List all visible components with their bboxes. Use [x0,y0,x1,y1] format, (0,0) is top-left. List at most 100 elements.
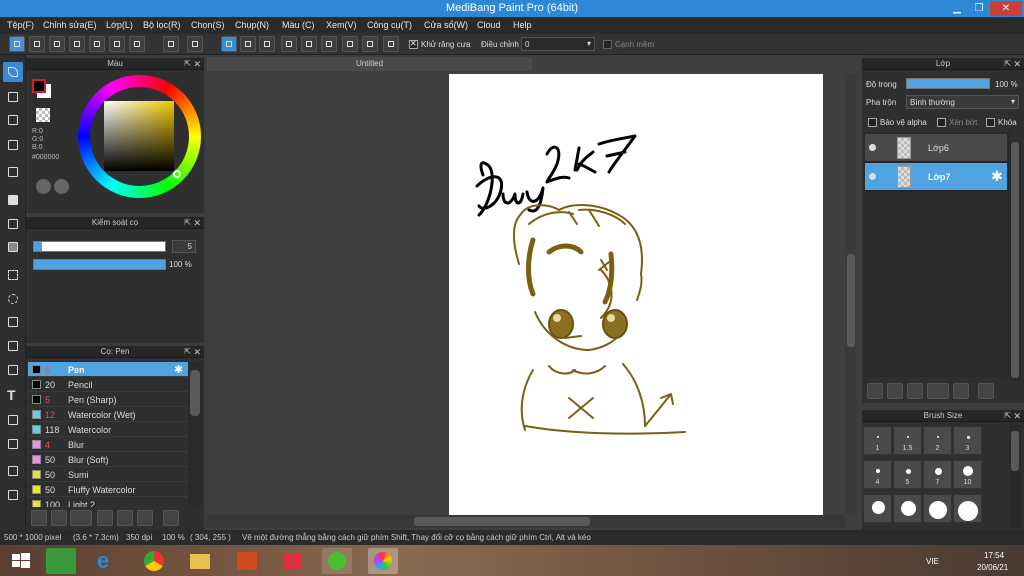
app-grid-icon[interactable] [278,548,308,574]
grid-icon[interactable] [129,36,145,52]
lasso-tool-icon[interactable] [3,289,23,309]
brush-list-item[interactable]: 50 Fluffy Watercolor [28,482,188,497]
brush-size-scrollbar[interactable] [1009,425,1021,528]
brush-size-cell[interactable]: 2 [923,426,952,455]
circle-snap-icon[interactable] [362,36,378,52]
eye-icon[interactable] [869,144,876,151]
adjust-dropdown[interactable]: 0 ▾ [521,37,595,51]
saturation-square[interactable] [104,101,174,171]
hue-handle[interactable] [173,170,181,178]
fill-shape-tool-icon[interactable] [3,190,23,210]
popout-icon[interactable]: ⇱ [184,58,191,70]
restore-button[interactable]: ❐ [968,1,990,16]
new-brush-icon[interactable] [51,510,67,526]
pen-tool-icon[interactable] [3,135,23,155]
internet-explorer-icon[interactable]: e [92,548,122,574]
radial-snap-icon[interactable] [301,36,317,52]
brush-list-item[interactable]: 5 Pen (Sharp) [28,392,188,407]
menu-edit[interactable]: Chỉnh sửa(E) [43,20,97,30]
menu-file[interactable]: Tệp(F) [7,20,34,30]
move-tool-icon[interactable] [3,162,23,182]
new-halftone-layer-icon[interactable] [887,383,903,399]
foreground-color-swatch[interactable] [32,79,46,93]
eyedropper-tool-icon[interactable] [3,461,23,481]
concentric-snap-icon[interactable] [321,36,337,52]
popout-icon[interactable]: ⇱ [1004,58,1011,70]
brush-size-cell[interactable]: 7 [923,460,952,489]
document-icon[interactable] [89,36,105,52]
copy-brush-icon[interactable] [137,510,153,526]
chrome-icon[interactable] [139,548,169,574]
brush-list-item[interactable]: 4 Blur [28,437,188,452]
language-indicator[interactable]: VIE [926,557,939,566]
snap-off-icon[interactable] [221,36,237,52]
layer-opacity-slider[interactable] [906,78,990,89]
brush-tool-icon[interactable] [3,62,23,82]
dropper-tool-icon[interactable] [3,434,23,454]
close-icon[interactable]: ✕ [1013,58,1021,70]
add-brush-icon[interactable] [31,510,47,526]
brush-list-item[interactable]: 12 Watercolor (Wet) [28,407,188,422]
hand-tool-icon[interactable] [3,485,23,505]
color-wheel[interactable] [78,75,201,198]
dot-tool-icon[interactable] [3,110,23,130]
magic-wand-tool-icon[interactable] [3,312,23,332]
select-eraser-tool-icon[interactable] [3,360,23,380]
brush-list-item[interactable]: 5 Pen ✱ [28,362,188,377]
menu-select[interactable]: Chọn(S) [191,20,225,30]
app-green-icon[interactable] [322,548,352,574]
menu-layer[interactable]: Lớp(L) [106,20,133,30]
curve-snap-icon[interactable] [342,36,358,52]
brush-list-item[interactable]: 50 Sumi [28,467,188,482]
perspective-snap-icon[interactable] [281,36,297,52]
menu-tools[interactable]: Công cụ(T) [367,20,412,30]
antialias-checkbox[interactable] [409,39,418,49]
size-value[interactable]: 5 [172,240,196,253]
menu-help[interactable]: Help [513,20,532,30]
layer-menu-icon[interactable] [927,383,949,399]
import-brush-icon[interactable] [97,510,113,526]
brush-list-item[interactable]: 20 Pencil [28,377,188,392]
brush-size-cell[interactable]: 10 [953,460,982,489]
vertical-scrollbar[interactable] [845,74,857,515]
popout-icon[interactable]: ⇱ [184,346,191,358]
medibang-taskbar-icon[interactable] [368,548,398,574]
brush-menu-icon[interactable] [70,510,92,526]
document-tab[interactable]: Untitled [207,57,532,71]
text-tool-icon[interactable]: T [3,386,23,406]
horizontal-scrollbar[interactable] [207,515,845,528]
grid-snap-icon[interactable] [259,36,275,52]
eye-icon[interactable] [869,173,876,180]
brush-list-item[interactable]: 50 Blur (Soft) [28,452,188,467]
brush-size-cell[interactable]: 5 [893,460,922,489]
gradient-tool-icon[interactable] [3,237,23,257]
palette-icon[interactable] [36,179,51,194]
gear-icon[interactable]: ✱ [991,168,1003,185]
brush-size-cell[interactable] [893,494,922,523]
powerpoint-icon[interactable] [232,548,262,574]
canvas-paper[interactable] [449,74,823,515]
popout-icon[interactable]: ⇱ [1004,410,1011,422]
folder-icon[interactable] [117,510,133,526]
gear-icon[interactable] [383,36,399,52]
list-icon[interactable] [109,36,125,52]
redo-icon[interactable] [187,36,203,52]
menu-window[interactable]: Cửa sổ(W) [424,20,468,30]
close-icon[interactable]: ✕ [1013,410,1021,422]
layer-row-selected[interactable]: Lớp7 ✱ [865,163,1007,191]
blend-mode-dropdown[interactable]: Bình thường ▾ [906,95,1019,109]
windows-start-icon[interactable] [6,548,36,574]
comment-icon[interactable] [69,36,85,52]
brush-size-cell[interactable]: 1 [863,426,892,455]
menu-view[interactable]: Xem(V) [326,20,357,30]
folder-icon[interactable] [953,383,969,399]
duplicate-layer-icon[interactable] [978,383,994,399]
select-pen-tool-icon[interactable] [3,336,23,356]
chat-icon[interactable] [49,36,65,52]
transparent-color-swatch[interactable] [36,108,50,122]
menu-cloud[interactable]: Cloud [477,20,501,30]
new-8bit-layer-icon[interactable] [907,383,923,399]
brush-list-item[interactable]: 118 Watercolor [28,422,188,437]
gear-icon[interactable]: ✱ [174,363,183,376]
file-explorer-icon[interactable] [185,548,215,574]
